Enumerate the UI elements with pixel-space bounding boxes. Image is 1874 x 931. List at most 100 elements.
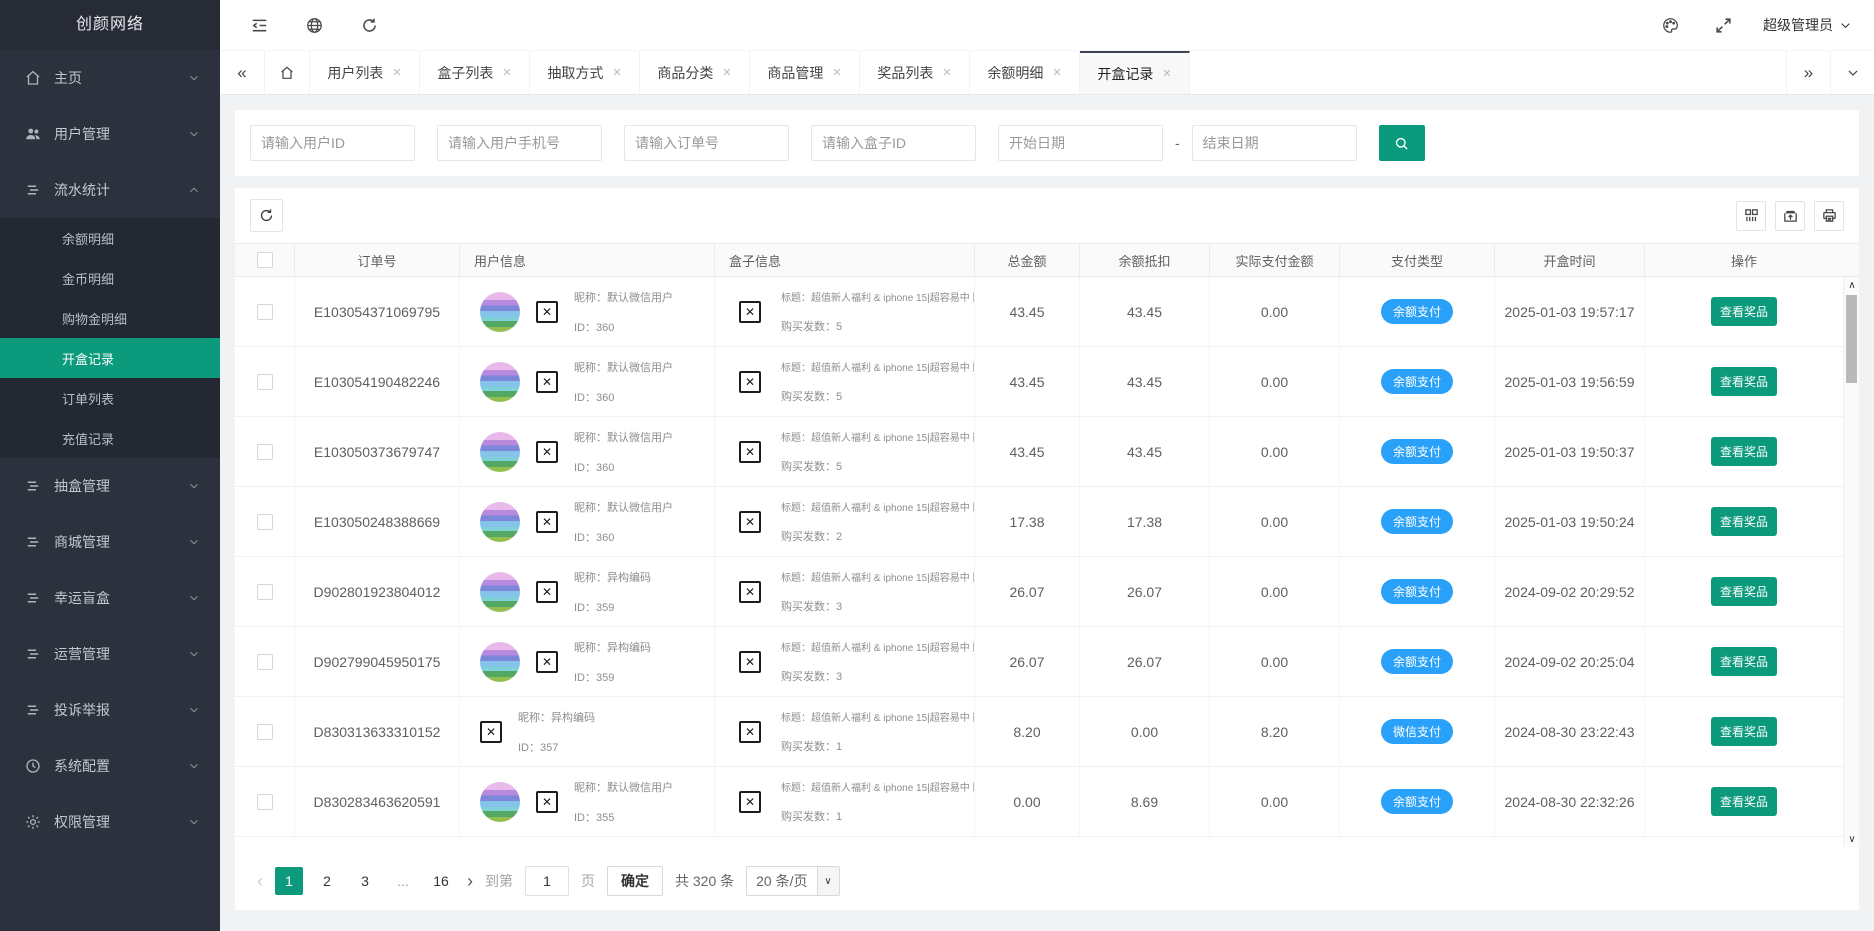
menu-icon (24, 701, 42, 719)
sidebar-item[interactable]: 抽盒管理 (0, 458, 220, 514)
view-prize-button[interactable]: 查看奖品 (1711, 367, 1777, 396)
box-title-label: 标题： (781, 643, 811, 654)
sidebar-item[interactable]: 系统配置 (0, 738, 220, 794)
sidebar-subitem[interactable]: 余额明细 (0, 218, 220, 258)
sidebar-fold-icon[interactable] (250, 16, 269, 35)
tab[interactable]: 开盒记录 ✕ (1080, 51, 1190, 94)
date-range-separator: - (1175, 135, 1180, 151)
tab[interactable]: 商品管理 ✕ (750, 51, 860, 94)
view-prize-button[interactable]: 查看奖品 (1711, 647, 1777, 676)
tab[interactable]: 余额明细 ✕ (970, 51, 1080, 94)
sidebar-item[interactable]: 幸运盲盒 (0, 570, 220, 626)
page-number[interactable]: 1 (275, 867, 303, 895)
export-button[interactable] (1775, 201, 1805, 231)
home-tab-icon[interactable] (265, 51, 310, 94)
tab[interactable]: 奖品列表 ✕ (860, 51, 970, 94)
tabs-scroll-right-button[interactable]: » (1786, 51, 1830, 94)
chevron-down-icon (188, 480, 200, 492)
tab-close-icon[interactable]: ✕ (1162, 67, 1171, 80)
broken-image-icon: ✕ (739, 651, 761, 673)
select-all-checkbox[interactable] (257, 252, 273, 268)
sidebar-subitem[interactable]: 充值记录 (0, 418, 220, 458)
tab[interactable]: 抽取方式 ✕ (530, 51, 640, 94)
view-prize-button[interactable]: 查看奖品 (1711, 577, 1777, 606)
view-prize-button[interactable]: 查看奖品 (1711, 787, 1777, 816)
box-count-value: 3 (836, 601, 842, 613)
end-date-input[interactable] (1192, 125, 1357, 161)
tab-close-icon[interactable]: ✕ (612, 66, 621, 79)
sidebar-item[interactable]: 权限管理 (0, 794, 220, 850)
start-date-input[interactable] (998, 125, 1163, 161)
user-menu[interactable]: 超级管理员 (1763, 15, 1852, 35)
scroll-down-arrow-icon[interactable]: ∨ (1844, 831, 1860, 847)
tab-label: 抽取方式 (547, 63, 603, 83)
tab-close-icon[interactable]: ✕ (1052, 66, 1061, 79)
page-number[interactable]: 16 (427, 867, 455, 895)
list-icon (24, 533, 42, 551)
page-number[interactable]: 2 (313, 867, 341, 895)
print-button[interactable] (1814, 201, 1844, 231)
tab[interactable]: 盒子列表 ✕ (420, 51, 530, 94)
page-number[interactable]: 3 (351, 867, 379, 895)
phone-input[interactable] (437, 125, 602, 161)
user-id-input[interactable] (250, 125, 415, 161)
sidebar-subitem-label: 余额明细 (62, 229, 114, 248)
nickname-label: 昵称： (574, 642, 607, 654)
search-button[interactable] (1379, 125, 1425, 161)
tab-close-icon[interactable]: ✕ (832, 66, 841, 79)
order-no-input[interactable] (624, 125, 789, 161)
sidebar-item[interactable]: 流水统计 (0, 162, 220, 218)
tab[interactable]: 用户列表 ✕ (310, 51, 420, 94)
box-id-input[interactable] (811, 125, 976, 161)
scrollbar-thumb[interactable] (1846, 295, 1857, 383)
row-checkbox[interactable] (257, 374, 273, 390)
sidebar-item[interactable]: 用户管理 (0, 106, 220, 162)
row-checkbox[interactable] (257, 514, 273, 530)
table-refresh-button[interactable] (250, 199, 283, 232)
sidebar-subitem[interactable]: 购物金明细 (0, 298, 220, 338)
next-page-button[interactable]: › (467, 871, 473, 892)
order-no-cell: D830283463620591 (295, 767, 460, 836)
sidebar-subitem[interactable]: 订单列表 (0, 378, 220, 418)
row-checkbox[interactable] (257, 724, 273, 740)
tabs-scroll-left-button[interactable]: « (220, 51, 265, 94)
goto-confirm-button[interactable]: 确定 (607, 866, 663, 896)
fullscreen-icon[interactable] (1714, 16, 1733, 35)
tab-close-icon[interactable]: ✕ (722, 66, 731, 79)
tab-label: 开盒记录 (1097, 64, 1153, 84)
row-checkbox[interactable] (257, 304, 273, 320)
broken-image-icon: ✕ (739, 721, 761, 743)
row-checkbox[interactable] (257, 444, 273, 460)
globe-icon[interactable] (305, 16, 324, 35)
sidebar-item[interactable]: 投诉举报 (0, 682, 220, 738)
view-prize-button[interactable]: 查看奖品 (1711, 717, 1777, 746)
row-checkbox[interactable] (257, 794, 273, 810)
view-prize-button[interactable]: 查看奖品 (1711, 297, 1777, 326)
row-checkbox[interactable] (257, 654, 273, 670)
page-size-select[interactable]: 20 条/页 ∨ (746, 866, 839, 896)
tab-close-icon[interactable]: ✕ (392, 66, 401, 79)
columns-filter-button[interactable] (1736, 201, 1766, 231)
row-checkbox[interactable] (257, 584, 273, 600)
open-time-cell: 2025-01-03 19:50:24 (1495, 487, 1645, 556)
sidebar-subitem[interactable]: 金币明细 (0, 258, 220, 298)
open-time-cell: 2024-08-30 23:22:43 (1495, 697, 1645, 766)
sidebar-item[interactable]: 主页 (0, 50, 220, 106)
view-prize-button[interactable]: 查看奖品 (1711, 437, 1777, 466)
vertical-scrollbar[interactable]: ∧ ∨ (1843, 277, 1859, 847)
sidebar-item[interactable]: 商城管理 (0, 514, 220, 570)
view-prize-button[interactable]: 查看奖品 (1711, 507, 1777, 536)
tab-close-icon[interactable]: ✕ (942, 66, 951, 79)
theme-palette-icon[interactable] (1661, 16, 1680, 35)
scroll-up-arrow-icon[interactable]: ∧ (1844, 277, 1860, 293)
prev-page-button[interactable]: ‹ (257, 871, 263, 892)
goto-page-input[interactable] (525, 866, 569, 896)
tab[interactable]: 商品分类 ✕ (640, 51, 750, 94)
box-title-value: 超值新人福利 & iphone 15|超容易中 限时抢购↓ (811, 503, 974, 514)
sidebar-item[interactable]: 运营管理 (0, 626, 220, 682)
sidebar-subitem[interactable]: 开盒记录 (0, 338, 220, 378)
tabs-menu-button[interactable] (1830, 51, 1874, 94)
actual-pay-cell: 0.00 (1210, 417, 1340, 486)
refresh-icon[interactable] (360, 16, 379, 35)
tab-close-icon[interactable]: ✕ (502, 66, 511, 79)
